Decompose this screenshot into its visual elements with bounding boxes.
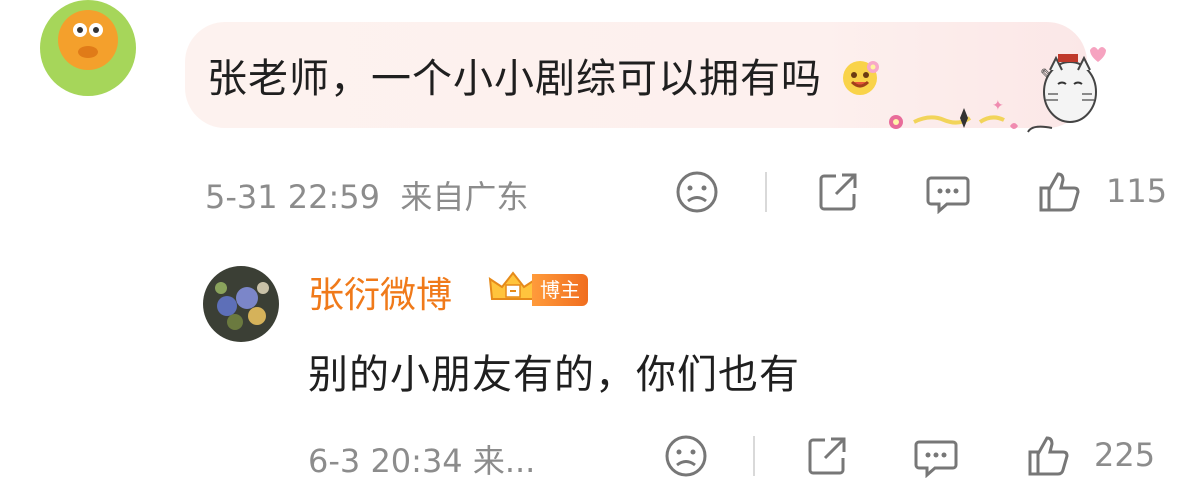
reply-like-count: 225 xyxy=(1094,436,1156,474)
reply-reaction-divider xyxy=(753,436,755,476)
smiley-emoji-icon xyxy=(840,56,882,108)
reaction-divider xyxy=(765,172,767,212)
sad-face-icon[interactable] xyxy=(675,170,719,214)
share-icon[interactable] xyxy=(816,170,860,214)
comment-like-count: 115 xyxy=(1106,172,1168,210)
comment-text: 张老师，一个小小剧综可以拥有吗 xyxy=(207,46,882,108)
reply-comment-icon[interactable] xyxy=(913,434,959,478)
reply-share-icon[interactable] xyxy=(805,434,849,478)
svg-text:✦: ✦ xyxy=(992,98,1004,114)
crown-icon xyxy=(488,271,538,309)
blogger-badge: 博主 xyxy=(488,271,588,309)
reply-author-name[interactable]: 张衍微博 xyxy=(308,266,452,318)
reply-text: 别的小朋友有的，你们也有 xyxy=(308,352,800,398)
cat-sticker-icon: ✦ ✎ xyxy=(880,40,1110,140)
reply-time: 6-3 20:34 来... xyxy=(308,442,536,480)
comment-location: 来自广东 xyxy=(400,178,529,216)
commenter-avatar[interactable] xyxy=(40,0,136,96)
comment-time: 5-31 22:59 来自广东 xyxy=(205,178,529,216)
reply-thumbs-up-icon[interactable] xyxy=(1024,432,1072,480)
reply-sad-face-icon[interactable] xyxy=(664,434,708,478)
badge-label: 博主 xyxy=(532,274,588,306)
thumbs-up-icon[interactable] xyxy=(1035,168,1083,216)
comment-icon[interactable] xyxy=(925,170,971,214)
reply-author-avatar[interactable] xyxy=(203,266,279,342)
